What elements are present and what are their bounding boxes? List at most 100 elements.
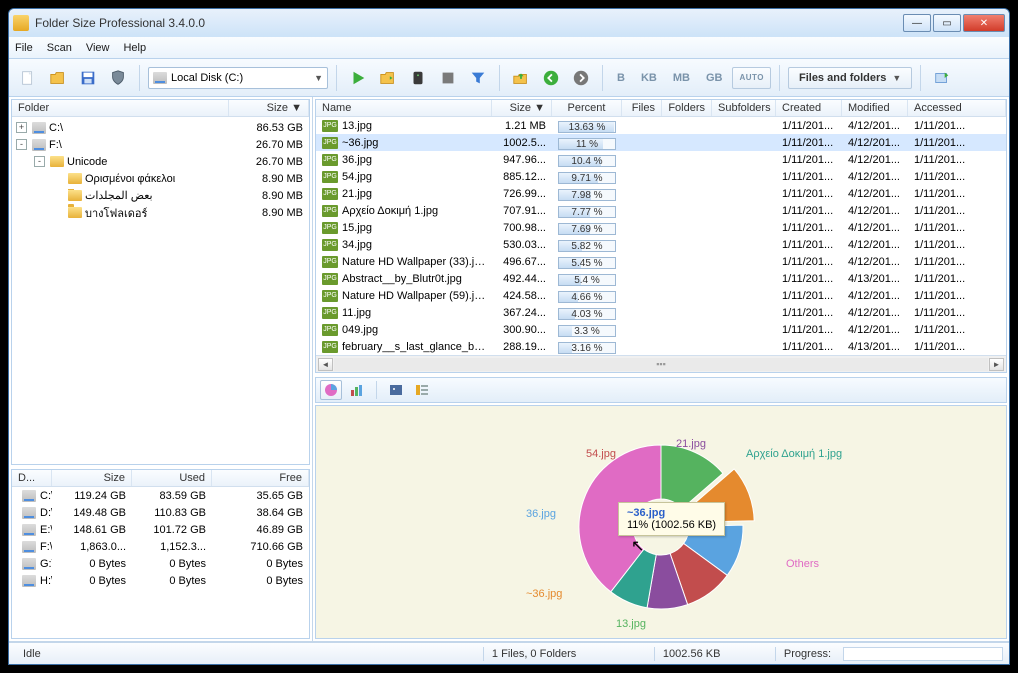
horizontal-scrollbar[interactable]: ◄ ▪▪▪ ► <box>316 355 1006 372</box>
play-button[interactable] <box>345 65 371 91</box>
tree-row[interactable]: + C:\ 86.53 GB <box>12 119 309 136</box>
file-row[interactable]: JPG15.jpg700.98...7.69 %1/11/201...4/12/… <box>316 219 1006 236</box>
maximize-button[interactable]: ▭ <box>933 14 961 32</box>
menubar: File Scan View Help <box>9 37 1009 59</box>
minimize-button[interactable]: — <box>903 14 931 32</box>
scroll-track[interactable]: ▪▪▪ <box>334 358 988 371</box>
export-button[interactable] <box>929 65 955 91</box>
files-header-folders[interactable]: Folders <box>662 100 712 116</box>
scroll-right-icon[interactable]: ► <box>989 358 1004 371</box>
drives-header-d[interactable]: D... <box>12 470 52 486</box>
jpg-icon: JPG <box>322 188 338 200</box>
expander-icon[interactable]: + <box>16 122 27 133</box>
files-header-subfolders[interactable]: Subfolders <box>712 100 776 116</box>
stop-button[interactable] <box>435 65 461 91</box>
drive-row[interactable]: D:\149.48 GB110.83 GB38.64 GB <box>12 504 309 521</box>
drives-list[interactable]: C:\119.24 GB83.59 GB35.65 GBD:\149.48 GB… <box>12 487 309 589</box>
back-button[interactable] <box>538 65 564 91</box>
expander-icon[interactable]: - <box>16 139 27 150</box>
jpg-icon: JPG <box>322 307 338 319</box>
file-row[interactable]: JPGfebruary__s_last_glance_by...288.19..… <box>316 338 1006 355</box>
folder-tree[interactable]: + C:\ 86.53 GB -F:\26.70 MB-Unicode26.70 MB… <box>12 117 309 464</box>
menu-help[interactable]: Help <box>123 42 146 54</box>
files-header-modified[interactable]: Modified <box>842 100 908 116</box>
files-header-percent[interactable]: Percent <box>552 100 622 116</box>
new-button[interactable] <box>15 65 41 91</box>
tree-header-folder[interactable]: Folder <box>12 100 229 116</box>
file-row[interactable]: JPG36.jpg947.96...10.4 %1/11/201...4/12/… <box>316 151 1006 168</box>
file-row[interactable]: JPG13.jpg1.21 MB13.63 %1/11/201...4/12/2… <box>316 117 1006 134</box>
file-row[interactable]: JPGΑρχείο Δοκιμή 1.jpg707.91...7.77 %1/1… <box>316 202 1006 219</box>
menu-view[interactable]: View <box>86 42 110 54</box>
filter-combo[interactable]: Files and folders ▼ <box>788 67 912 89</box>
tree-row[interactable]: بعض المجلدات8.90 MB <box>12 187 309 204</box>
file-row[interactable]: JPG~36.jpg1002.5...11 %1/11/201...4/12/2… <box>316 134 1006 151</box>
svg-text:13.jpg: 13.jpg <box>616 618 646 630</box>
unit-auto-button[interactable]: AUTO <box>732 67 771 89</box>
tree-row[interactable]: Ορισμένοι φάκελοι8.90 MB <box>12 170 309 187</box>
unit-kb-button[interactable]: KB <box>635 67 663 89</box>
disk-icon <box>153 72 167 84</box>
drives-header-free[interactable]: Free <box>212 470 309 486</box>
file-row[interactable]: JPG54.jpg885.12...9.71 %1/11/201...4/12/… <box>316 168 1006 185</box>
scroll-left-icon[interactable]: ◄ <box>318 358 333 371</box>
server-button[interactable] <box>405 65 431 91</box>
chart-tab-details[interactable] <box>411 380 433 400</box>
drive-row[interactable]: F:\1,863.0...1,152.3...710.66 GB <box>12 538 309 555</box>
menu-scan[interactable]: Scan <box>47 42 72 54</box>
file-row[interactable]: JPG34.jpg530.03...5.82 %1/11/201...4/12/… <box>316 236 1006 253</box>
jpg-icon: JPG <box>322 341 338 353</box>
jpg-icon: JPG <box>322 256 338 268</box>
drives-header-used[interactable]: Used <box>132 470 212 486</box>
drive-row[interactable]: H:\0 Bytes0 Bytes0 Bytes <box>12 572 309 589</box>
files-header-size[interactable]: Size ▼ <box>492 100 552 116</box>
file-row[interactable]: JPGAbstract__by_Blutr0t.jpg492.44...5.4 … <box>316 270 1006 287</box>
file-list[interactable]: JPG13.jpg1.21 MB13.63 %1/11/201...4/12/2… <box>316 117 1006 355</box>
open-button[interactable] <box>45 65 71 91</box>
unit-mb-button[interactable]: MB <box>667 67 696 89</box>
unit-b-button[interactable]: B <box>611 67 631 89</box>
forward-button[interactable] <box>568 65 594 91</box>
svg-text:21.jpg: 21.jpg <box>676 438 706 450</box>
tree-row[interactable]: -F:\26.70 MB <box>12 136 309 153</box>
filter-button[interactable] <box>465 65 491 91</box>
tree-row[interactable]: บางโฟลเดอร์8.90 MB <box>12 204 309 221</box>
chart-tab-image[interactable] <box>385 380 407 400</box>
files-header-name[interactable]: Name <box>316 100 492 116</box>
tree-row[interactable]: -Unicode26.70 MB <box>12 153 309 170</box>
files-header-files[interactable]: Files <box>622 100 662 116</box>
disk-icon <box>22 507 36 519</box>
save-button[interactable] <box>75 65 101 91</box>
tree-size: 86.53 GB <box>243 122 303 134</box>
drive-combo[interactable]: Local Disk (C:) ▼ <box>148 67 328 89</box>
tree-size: 8.90 MB <box>243 190 303 202</box>
titlebar[interactable]: Folder Size Professional 3.4.0.0 — ▭ ✕ <box>9 9 1009 37</box>
file-row[interactable]: JPG21.jpg726.99...7.98 %1/11/201...4/12/… <box>316 185 1006 202</box>
file-row[interactable]: JPG11.jpg367.24...4.03 %1/11/201...4/12/… <box>316 304 1006 321</box>
file-row[interactable]: JPG049.jpg300.90...3.3 %1/11/201...4/12/… <box>316 321 1006 338</box>
file-row[interactable]: JPGNature HD Wallpaper (33).jpg496.67...… <box>316 253 1006 270</box>
chart-tab-pie[interactable] <box>320 380 342 400</box>
drive-row[interactable]: E:\148.61 GB101.72 GB46.89 GB <box>12 521 309 538</box>
pie-chart[interactable]: 13.jpg~36.jpg36.jpg54.jpg21.jpgΑρχείο Δο… <box>315 405 1007 639</box>
menu-file[interactable]: File <box>15 42 33 54</box>
tree-label: C:\ <box>49 122 63 134</box>
drive-row[interactable]: G:\0 Bytes0 Bytes0 Bytes <box>12 555 309 572</box>
file-row[interactable]: JPGNature HD Wallpaper (59).jpg424.58...… <box>316 287 1006 304</box>
close-button[interactable]: ✕ <box>963 14 1005 32</box>
files-header-accessed[interactable]: Accessed <box>908 100 1006 116</box>
scan-folder-button[interactable] <box>375 65 401 91</box>
tree-label: Ορισμένοι φάκελοι <box>85 173 175 185</box>
chart-tab-bar[interactable] <box>346 380 368 400</box>
app-icon <box>13 15 29 31</box>
files-header-created[interactable]: Created <box>776 100 842 116</box>
tree-header-size[interactable]: Size ▼ <box>229 100 309 116</box>
expander-icon[interactable]: - <box>34 156 45 167</box>
svg-text:~36.jpg: ~36.jpg <box>526 588 562 600</box>
shield-button[interactable] <box>105 65 131 91</box>
up-button[interactable] <box>508 65 534 91</box>
disk-icon <box>22 524 36 536</box>
drives-header-size[interactable]: Size <box>52 470 132 486</box>
drive-row[interactable]: C:\119.24 GB83.59 GB35.65 GB <box>12 487 309 504</box>
unit-gb-button[interactable]: GB <box>700 67 729 89</box>
